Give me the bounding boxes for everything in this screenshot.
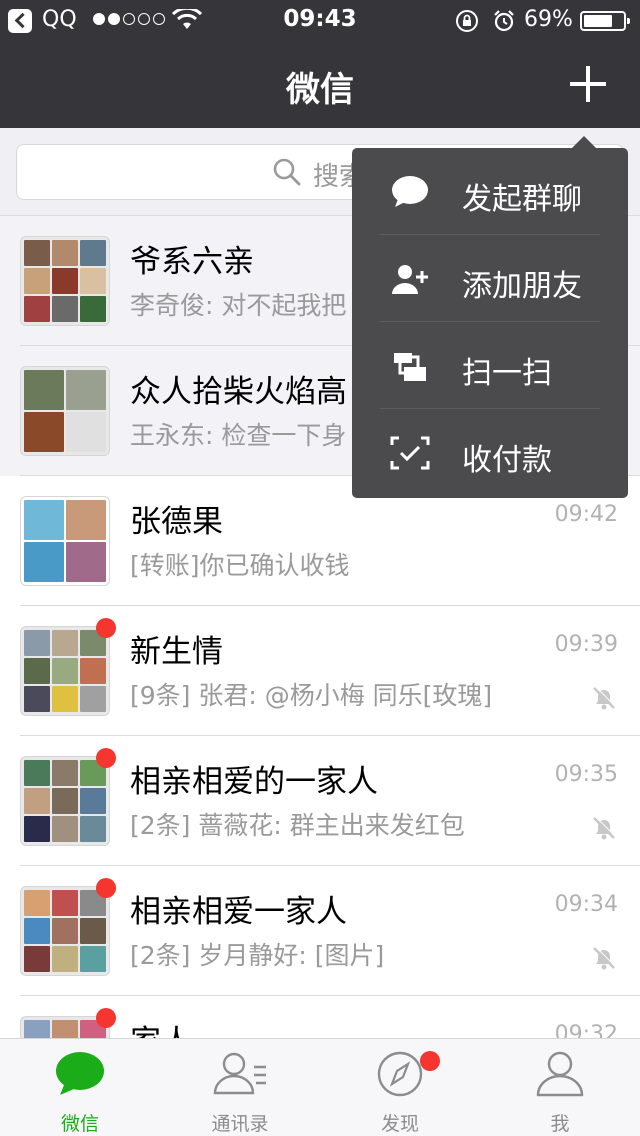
unread-dot <box>96 878 116 898</box>
top-bar: QQ 09:43 69% 微信 <box>0 0 640 128</box>
tab-bar: 微信 通讯录 发现 我 <box>0 1038 640 1136</box>
chat-preview: 李奇俊: 对不起我把 <box>130 291 347 320</box>
menu-item-payment[interactable]: 收付款 <box>352 409 628 496</box>
chat-name: 众人拾柴火焰高 <box>130 374 347 410</box>
contact-avatar <box>20 496 110 586</box>
chat-name: 张德果 <box>130 504 223 540</box>
group-avatar <box>20 626 110 716</box>
chat-time: 09:39 <box>554 632 618 657</box>
chat-name: 相亲相爱一家人 <box>130 894 347 930</box>
chat-name: 爷系六亲 <box>130 244 254 280</box>
mute-bell-icon <box>593 946 616 970</box>
contacts-icon <box>213 1052 266 1095</box>
battery-percent: 69% <box>524 7 573 32</box>
tab-label: 发现 <box>380 1113 419 1135</box>
chat-row[interactable]: 相亲相爱一家人 [2条] 岁月静好: [图片] 09:34 <box>0 866 640 996</box>
chat-time: 09:42 <box>554 502 618 527</box>
add-friend-icon <box>392 265 428 294</box>
group-avatar <box>20 756 110 846</box>
chat-name: 相亲相爱的一家人 <box>130 764 378 800</box>
chat-bubble-icon <box>56 1052 104 1095</box>
tab-me[interactable]: 我 <box>480 1039 640 1136</box>
chat-preview: 王永东: 检查一下身 <box>130 421 347 450</box>
tab-discover[interactable]: 发现 <box>320 1039 480 1136</box>
payment-icon <box>390 436 430 470</box>
alarm-icon <box>494 10 514 32</box>
unread-dot <box>96 618 116 638</box>
search-icon <box>273 158 301 186</box>
chat-preview: [2条] 蔷薇花: 群主出来发红包 <box>130 811 465 840</box>
chat-name: 新生情 <box>130 634 223 670</box>
tab-chats[interactable]: 微信 <box>0 1039 160 1136</box>
page-title: 微信 <box>286 70 354 110</box>
tab-contacts[interactable]: 通讯录 <box>160 1039 320 1136</box>
chat-preview: [转账]你已确认收钱 <box>130 551 350 580</box>
battery-icon <box>580 11 630 31</box>
person-icon <box>536 1051 584 1097</box>
chat-row[interactable]: 相亲相爱的一家人 [2条] 蔷薇花: 群主出来发红包 09:35 <box>0 736 640 866</box>
menu-item-add-friend[interactable]: 添加朋友 <box>352 235 628 322</box>
chat-time: 09:34 <box>554 892 618 917</box>
tab-label: 我 <box>550 1113 570 1135</box>
add-menu-popup: 发起群聊 添加朋友 扫一扫 收付款 <box>352 148 628 498</box>
menu-item-group-chat[interactable]: 发起群聊 <box>352 148 628 235</box>
rotation-lock-icon <box>456 10 478 32</box>
unread-dot <box>96 748 116 768</box>
menu-item-label: 发起群聊 <box>462 182 582 217</box>
popup-arrow <box>572 136 596 148</box>
mute-bell-icon <box>593 686 616 710</box>
menu-item-scan[interactable]: 扫一扫 <box>352 322 628 409</box>
chat-time: 09:35 <box>554 762 618 787</box>
menu-item-label: 扫一扫 <box>462 356 552 391</box>
compass-icon <box>377 1051 423 1097</box>
discover-badge <box>420 1051 440 1071</box>
chat-row[interactable]: 新生情 [9条] 张君: @杨小梅 同乐[玫瑰] 09:39 <box>0 606 640 736</box>
mute-bell-icon <box>593 816 616 840</box>
menu-item-label: 收付款 <box>462 443 552 478</box>
unread-dot <box>96 1008 116 1028</box>
scan-icon <box>394 353 426 381</box>
status-bar: QQ 09:43 69% <box>0 0 640 40</box>
menu-item-label: 添加朋友 <box>462 269 582 304</box>
group-avatar <box>20 236 110 326</box>
chat-bubble-icon <box>392 176 428 207</box>
group-avatar <box>20 886 110 976</box>
tab-label: 微信 <box>60 1113 99 1135</box>
tab-label: 通讯录 <box>211 1113 269 1135</box>
group-avatar <box>20 366 110 456</box>
chat-preview: [2条] 岁月静好: [图片] <box>130 941 385 970</box>
chat-preview: [9条] 张君: @杨小梅 同乐[玫瑰] <box>130 681 493 710</box>
plus-icon[interactable] <box>568 64 608 104</box>
